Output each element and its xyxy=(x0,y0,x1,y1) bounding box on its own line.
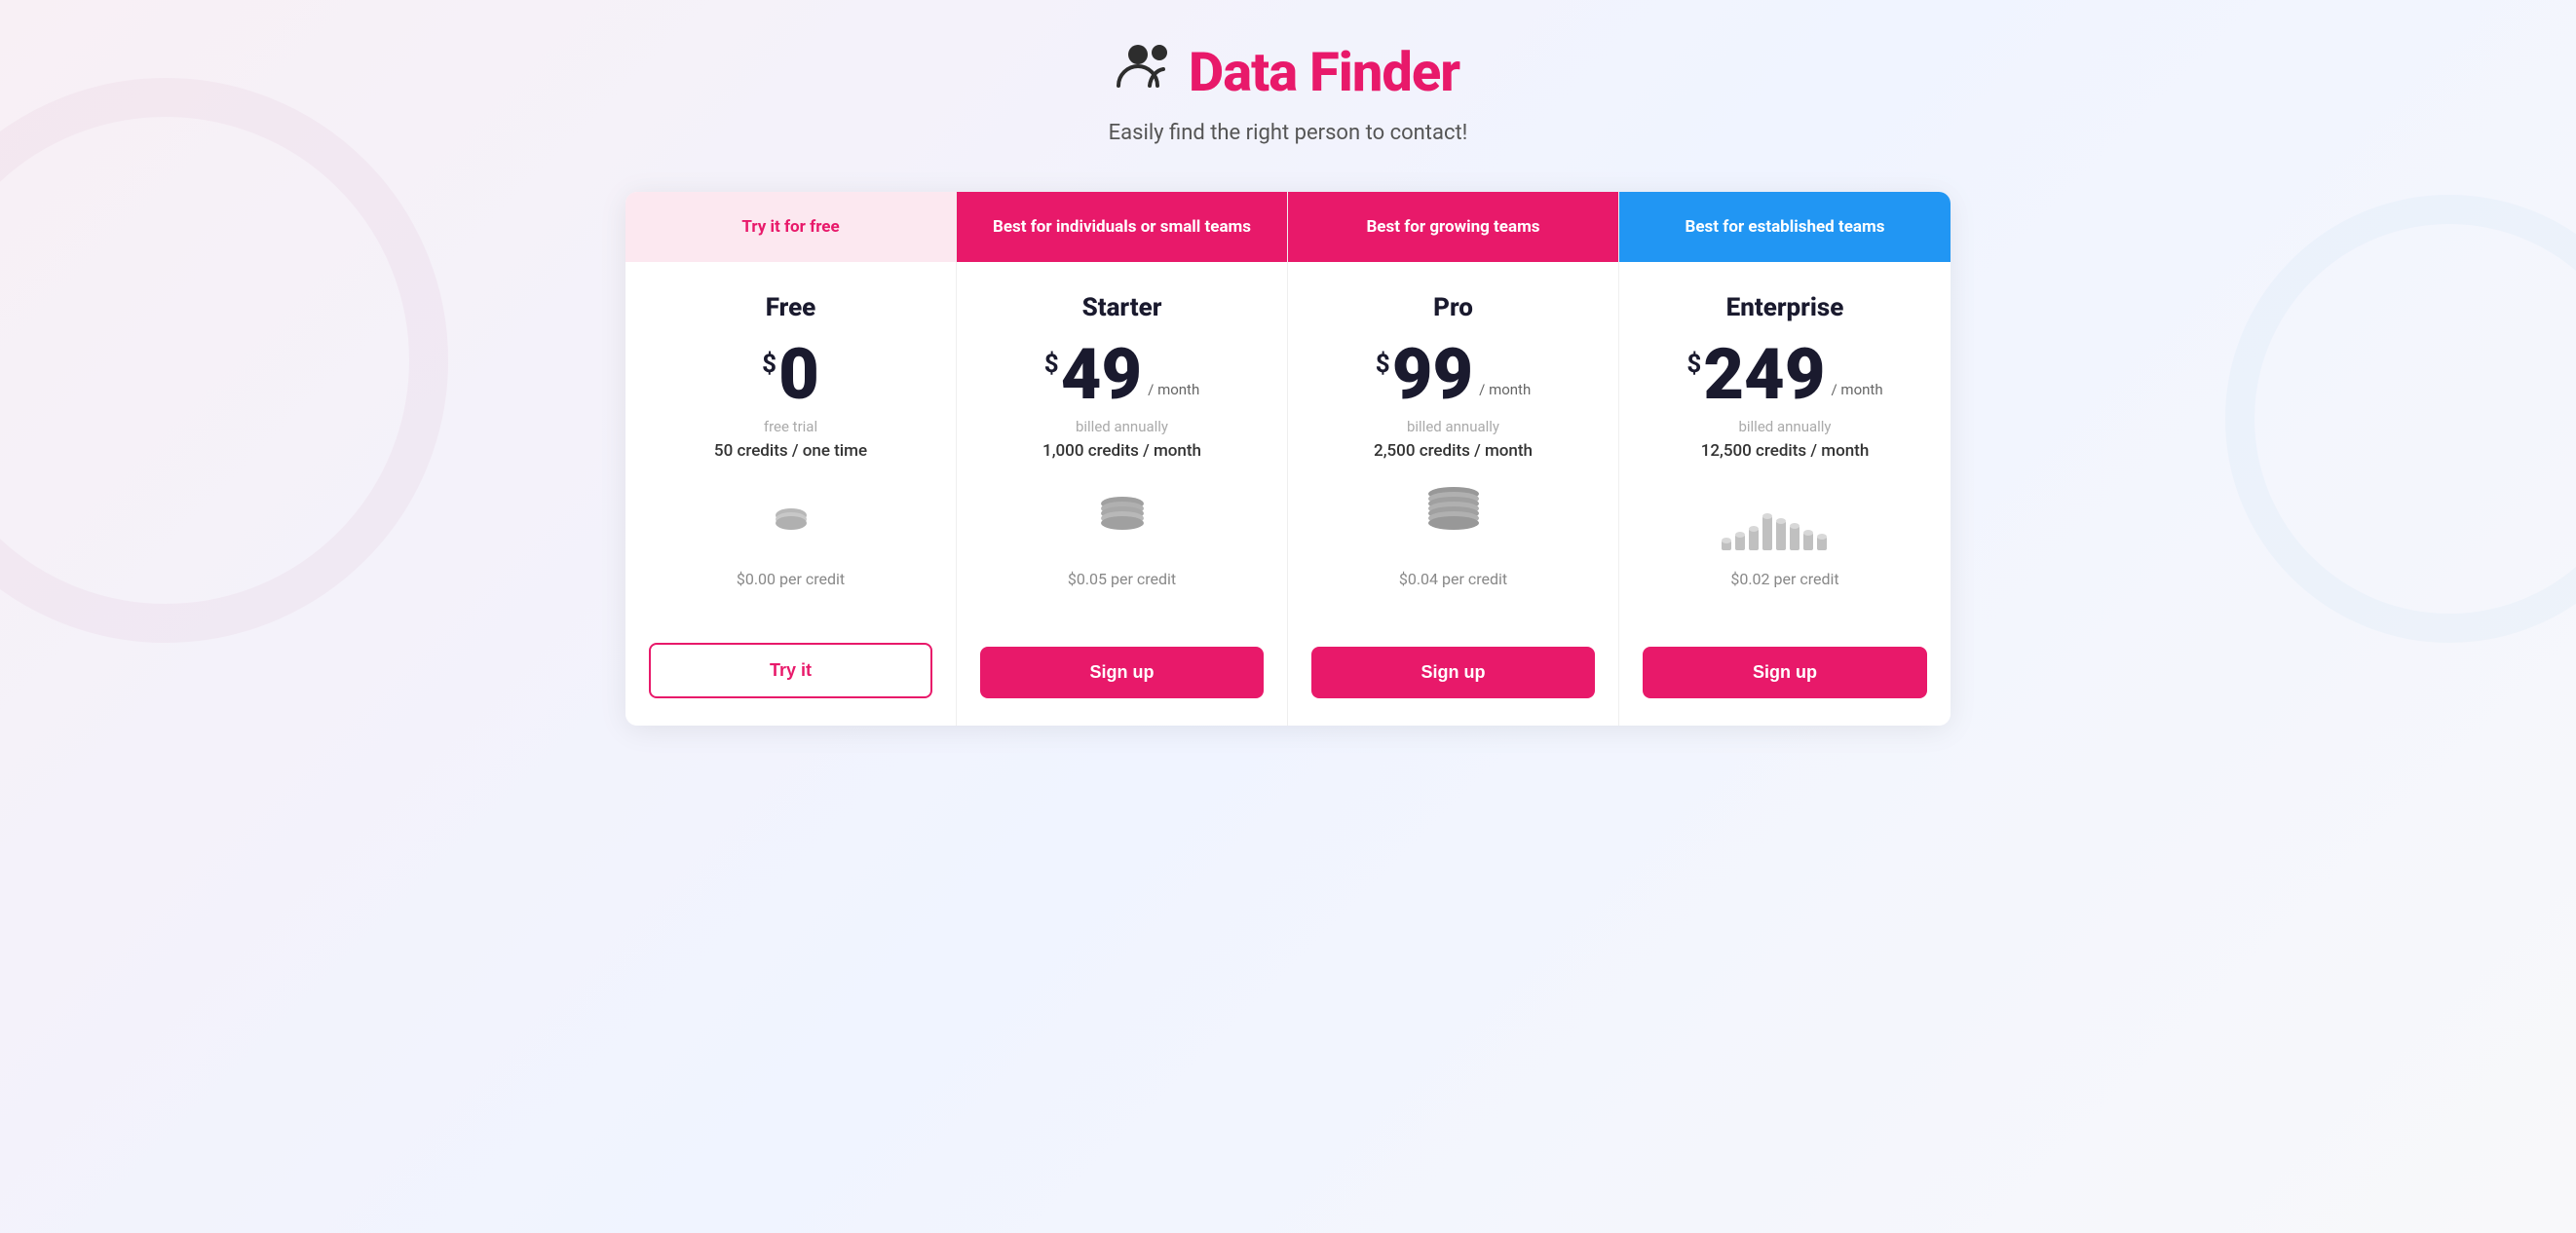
price-dollar: $ xyxy=(1686,350,1701,379)
credits-note: 1,000 credits / month xyxy=(1042,441,1201,461)
plan-price-row: $ 99 / month xyxy=(1376,340,1531,410)
plan-card-free: Try it for free Free $ 0 free trial 50 c… xyxy=(625,192,957,726)
price-period: / month xyxy=(1148,381,1199,398)
plan-price-row: $ 49 / month xyxy=(1044,340,1199,410)
plan-cta-enterprise[interactable]: Sign up xyxy=(1643,647,1927,698)
plan-body-pro: Pro $ 99 / month billed annually 2,500 c… xyxy=(1288,262,1618,647)
price-amount: 0 xyxy=(778,340,819,410)
price-amount: 49 xyxy=(1061,340,1142,410)
per-credit: $0.05 per credit xyxy=(1068,570,1176,588)
credits-note: 2,500 credits / month xyxy=(1374,441,1533,461)
header-subtitle: Easily find the right person to contact! xyxy=(625,121,1951,145)
pricing-grid: Try it for free Free $ 0 free trial 50 c… xyxy=(625,192,1951,726)
billing-note: free trial xyxy=(764,418,817,435)
plan-price-row: $ 249 / month xyxy=(1686,340,1882,410)
coin-area xyxy=(1428,494,1479,552)
price-dollar: $ xyxy=(1376,350,1390,379)
page-background: Data Finder Easily find the right person… xyxy=(0,0,2576,1233)
price-amount: 99 xyxy=(1392,340,1473,410)
page-header: Data Finder Easily find the right person… xyxy=(625,39,1951,145)
coin-icon xyxy=(1428,516,1479,530)
coin-icon xyxy=(1722,497,1848,550)
plan-footer-enterprise: Sign up xyxy=(1619,647,1951,726)
billing-note: billed annually xyxy=(1076,418,1168,435)
plan-footer-starter: Sign up xyxy=(957,647,1287,726)
per-credit: $0.00 per credit xyxy=(737,570,845,588)
plan-name: Pro xyxy=(1433,293,1473,322)
coin-area xyxy=(776,494,807,552)
plan-header-starter: Best for individuals or small teams xyxy=(957,192,1287,262)
logo-area: Data Finder xyxy=(625,39,1951,105)
plan-cta-starter[interactable]: Sign up xyxy=(980,647,1264,698)
plan-body-enterprise: Enterprise $ 249 / month billed annually… xyxy=(1619,262,1951,647)
logo-icon xyxy=(1117,39,1175,105)
coin-icon xyxy=(1101,516,1144,530)
price-period: / month xyxy=(1832,381,1883,398)
plan-name: Starter xyxy=(1082,293,1162,322)
plan-header-label: Best for established teams xyxy=(1686,217,1885,237)
plan-footer-pro: Sign up xyxy=(1288,647,1618,726)
plan-cta-free[interactable]: Try it xyxy=(649,643,932,698)
billing-note: billed annually xyxy=(1407,418,1499,435)
plan-body-free: Free $ 0 free trial 50 credits / one tim… xyxy=(625,262,956,643)
plan-card-starter: Best for individuals or small teams Star… xyxy=(957,192,1288,726)
plan-footer-free: Try it xyxy=(625,643,956,726)
plan-header-enterprise: Best for established teams xyxy=(1619,192,1951,262)
per-credit: $0.02 per credit xyxy=(1730,570,1838,588)
plan-header-label: Try it for free xyxy=(741,217,839,237)
plan-name: Free xyxy=(766,293,816,322)
coin-area xyxy=(1101,494,1144,552)
price-dollar: $ xyxy=(762,350,777,379)
plan-card-enterprise: Best for established teams Enterprise $ … xyxy=(1619,192,1951,726)
billing-note: billed annually xyxy=(1738,418,1831,435)
main-container: Data Finder Easily find the right person… xyxy=(606,0,1970,784)
per-credit: $0.04 per credit xyxy=(1399,570,1507,588)
logo-text: Data Finder xyxy=(1189,40,1459,104)
price-dollar: $ xyxy=(1044,350,1059,379)
credits-note: 50 credits / one time xyxy=(714,441,867,461)
plan-header-label: Best for growing teams xyxy=(1366,217,1539,237)
coin-area xyxy=(1722,494,1848,552)
plan-header-free: Try it for free xyxy=(625,192,956,262)
plan-name: Enterprise xyxy=(1726,293,1844,322)
price-amount: 249 xyxy=(1703,340,1825,410)
plan-header-label: Best for individuals or small teams xyxy=(993,217,1251,237)
plan-header-pro: Best for growing teams xyxy=(1288,192,1618,262)
coin-icon xyxy=(776,516,807,530)
price-period: / month xyxy=(1479,381,1531,398)
plan-cta-pro[interactable]: Sign up xyxy=(1311,647,1595,698)
plan-price-row: $ 0 xyxy=(762,340,819,410)
plan-body-starter: Starter $ 49 / month billed annually 1,0… xyxy=(957,262,1287,647)
plan-card-pro: Best for growing teams Pro $ 99 / month … xyxy=(1288,192,1619,726)
credits-note: 12,500 credits / month xyxy=(1701,441,1870,461)
